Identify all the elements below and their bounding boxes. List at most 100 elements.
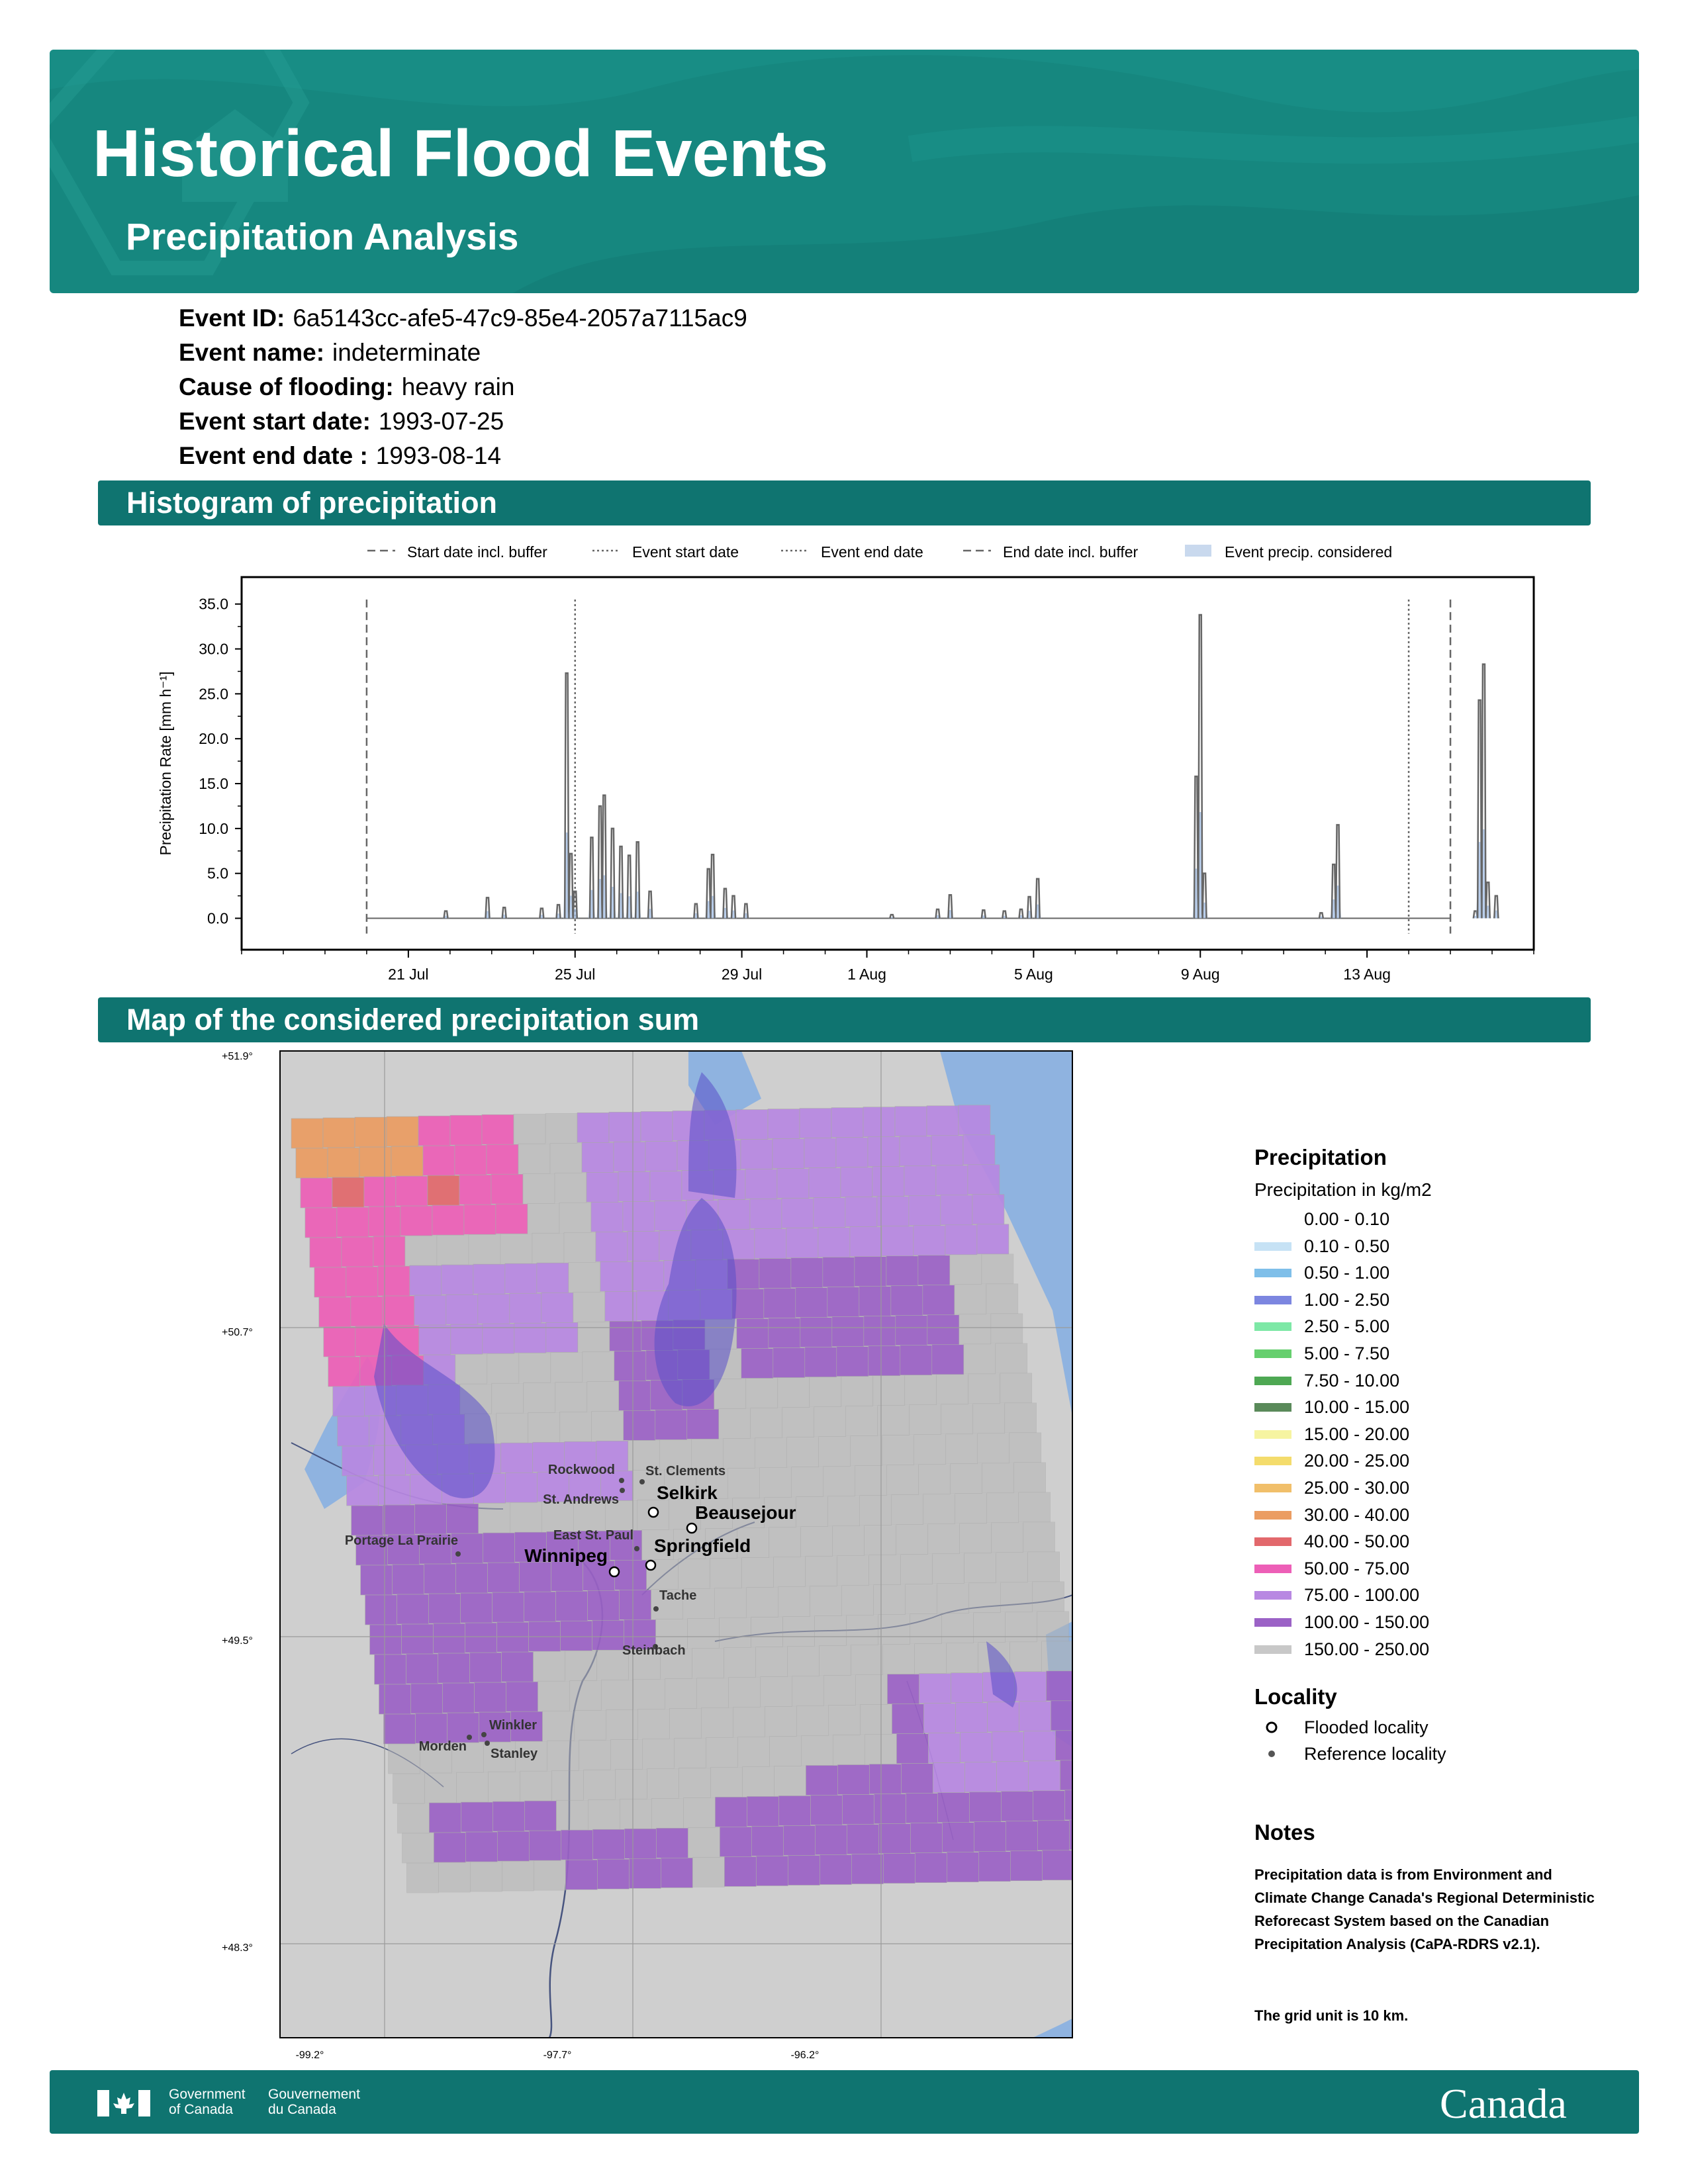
grid-cell	[360, 1565, 393, 1596]
grid-cell	[945, 1224, 978, 1255]
grid-cell	[665, 1678, 697, 1709]
grid-cell	[604, 1291, 637, 1322]
grid-cell	[876, 1196, 910, 1227]
grid-cell	[336, 1206, 369, 1238]
y-tick-label: 10.0	[199, 820, 228, 837]
grid-cell	[896, 1524, 928, 1555]
grid-cell	[908, 1195, 941, 1226]
y-tick-label: 15.0	[199, 775, 228, 792]
grid-cell	[855, 1465, 888, 1496]
y-tick-label: 30.0	[199, 641, 228, 658]
reference-locality-marker	[467, 1735, 472, 1740]
grid-cell	[436, 1234, 469, 1265]
reference-locality-marker	[639, 1479, 645, 1484]
grid-cell	[800, 1526, 833, 1557]
grid-cell	[718, 1408, 751, 1439]
grid-cell	[733, 1707, 765, 1737]
grid-cell	[518, 1143, 551, 1174]
grid-cell	[1014, 1671, 1047, 1702]
grid-cell	[896, 1733, 929, 1764]
reference-locality-marker	[620, 1488, 625, 1493]
grid-cell	[719, 1617, 751, 1648]
grid-cell	[550, 1351, 583, 1383]
grid-cell	[470, 1861, 502, 1892]
grid-cell	[595, 1232, 628, 1262]
legend-swatch	[1254, 1618, 1291, 1627]
event-name-value: indeterminate	[332, 339, 481, 366]
grid-cell	[964, 1553, 996, 1584]
grid-cell	[486, 1144, 519, 1175]
grid-cell	[831, 1316, 865, 1347]
grid-cell	[563, 1232, 596, 1263]
grid-cell	[645, 1141, 678, 1171]
grid-cell	[818, 1227, 851, 1257]
grid-cell	[846, 1615, 878, 1645]
grid-cell	[851, 1854, 884, 1884]
grid-cell	[488, 1771, 520, 1802]
precipitation-chart: Start date incl. buffer Event start date E…	[157, 543, 1535, 983]
grid-cell	[967, 1164, 1000, 1195]
y-tick-label: 25.0	[199, 685, 228, 702]
legend-swatch	[1254, 1484, 1291, 1492]
grid-cell	[787, 1646, 820, 1676]
legend-label: Event end date	[821, 543, 923, 561]
grid-cell	[960, 1732, 992, 1763]
grid-cell	[737, 1737, 770, 1767]
grid-cell	[456, 1772, 489, 1803]
grid-cell	[742, 1766, 774, 1797]
grid-cell	[1013, 1462, 1046, 1493]
grid-cell	[723, 1438, 756, 1469]
footer-gov-fr-1: Gouvernement	[268, 2087, 360, 2102]
grid-cell	[1046, 1670, 1072, 1702]
grid-cell	[341, 1236, 374, 1267]
grid-cell	[618, 1381, 651, 1411]
legend-swatch	[1254, 1591, 1291, 1600]
grid-cell	[492, 1592, 524, 1623]
grid-cell	[990, 1313, 1023, 1344]
grid-cell	[463, 1204, 496, 1235]
grid-cell	[890, 1285, 923, 1316]
grid-cell	[542, 1710, 575, 1741]
grid-cell	[946, 1643, 978, 1674]
grid-cell	[559, 1203, 592, 1233]
grid-cell	[918, 1464, 951, 1495]
grid-cell	[783, 1825, 816, 1856]
legend-swatch-event-precip	[1185, 545, 1211, 557]
notes-grid-unit: The grid unit is 10 km.	[1254, 2007, 1409, 2024]
event-cause-value: heavy rain	[401, 373, 515, 400]
grid-cell	[620, 1798, 652, 1829]
grid-cell	[520, 1770, 552, 1801]
grid-cell	[455, 1563, 488, 1594]
grid-cell	[679, 1768, 711, 1798]
legend-class-label: 0.00 - 0.10	[1304, 1209, 1390, 1229]
grid-cell	[937, 1792, 970, 1823]
grid-cell	[891, 1494, 923, 1525]
grid-cell	[686, 1409, 720, 1439]
grid-cell	[842, 1794, 874, 1825]
locality-label: Portage La Prairie	[345, 1533, 458, 1548]
grid-cell	[818, 1436, 851, 1467]
grid-cell	[674, 1738, 706, 1768]
grid-cell	[986, 1283, 1019, 1314]
legend-swatch	[1254, 1322, 1291, 1332]
y-axis-label: Precipitation Rate [mm h⁻¹]	[157, 671, 174, 855]
grid-cell	[751, 1617, 783, 1647]
grid-cell	[1051, 1700, 1072, 1731]
locality-label: Winnipeg	[524, 1545, 608, 1566]
grid-cell	[600, 1261, 633, 1292]
grid-cell	[623, 1410, 656, 1441]
grid-cell	[755, 1647, 788, 1677]
grid-cell	[500, 1442, 534, 1473]
grid-cell	[917, 1255, 951, 1286]
x-tick-label: 1 Aug	[847, 966, 886, 983]
grid-cell	[504, 1263, 538, 1294]
grid-cell	[714, 1588, 747, 1618]
grid-cell	[1028, 1760, 1060, 1792]
grid-cell	[332, 1386, 365, 1417]
grid-cell	[683, 1797, 716, 1828]
grid-cell	[522, 1173, 555, 1204]
locality-label: Rockwood	[548, 1463, 615, 1477]
chart-legend: Start date incl. buffer Event start date E…	[367, 543, 1392, 561]
grid-cell	[295, 1148, 328, 1179]
grid-cell	[809, 1377, 842, 1407]
